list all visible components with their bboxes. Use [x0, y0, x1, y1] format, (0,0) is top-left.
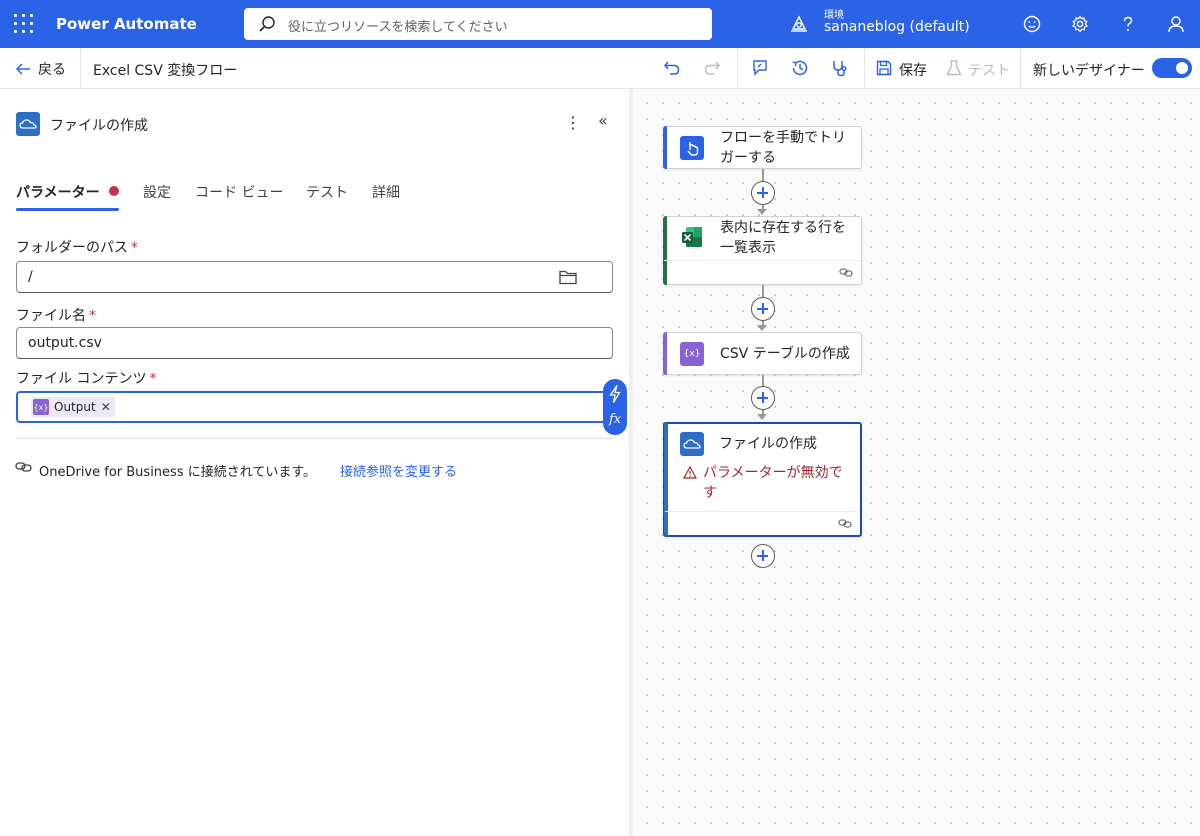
change-connection-link[interactable]: 接続参照を変更する [340, 461, 457, 480]
connector-arrow [757, 209, 767, 215]
add-step-button[interactable] [751, 386, 775, 410]
excel-icon [680, 225, 704, 249]
test-button[interactable]: テスト [968, 60, 1010, 80]
folder-picker-icon[interactable] [558, 268, 578, 286]
variable-icon: {x} [33, 399, 49, 415]
remove-token-icon[interactable]: ✕ [101, 400, 111, 414]
add-step-button[interactable] [751, 544, 775, 568]
connector-line [762, 169, 764, 181]
tab-code-view[interactable]: コード ビュー [195, 182, 283, 202]
file-name-field[interactable]: output.csv [16, 327, 613, 359]
divider [80, 48, 81, 88]
flow-node-create-file[interactable]: ファイルの作成 パラメーターが無効です [663, 422, 862, 537]
undo-icon[interactable] [662, 58, 682, 78]
feedback-smiley-icon[interactable] [1022, 14, 1042, 34]
flow-node-manual-trigger[interactable]: フローを手動でトリガーする [663, 126, 862, 169]
flow-checker-stethoscope-icon[interactable] [830, 58, 850, 78]
dynamic-content-lightning-icon[interactable] [607, 384, 623, 404]
app-launcher-icon[interactable] [14, 14, 34, 34]
onedrive-cloud-icon [16, 112, 40, 136]
token-label: Output [54, 400, 96, 414]
node-title: 表内に存在する行を一覧表示 [720, 220, 846, 256]
data-operation-icon: {x} [680, 342, 704, 366]
connection-link-icon [15, 462, 32, 472]
command-bar: 戻る Excel CSV 変換フロー 保存 テスト 新しいデザイナー [0, 48, 1200, 89]
tab-details[interactable]: 詳細 [372, 182, 400, 202]
new-designer-toggle[interactable] [1152, 58, 1192, 78]
onedrive-cloud-icon [680, 432, 704, 456]
divider [864, 48, 865, 88]
action-details-panel: ファイルの作成 ⋮ « パラメーター 設定 コード ビュー テスト 詳細 フォル… [0, 89, 630, 836]
add-step-button[interactable] [751, 181, 775, 205]
panel-title[interactable]: ファイルの作成 [50, 115, 148, 135]
node-title: ファイルの作成 [719, 436, 817, 452]
more-options-icon[interactable]: ⋮ [563, 113, 583, 132]
expression-fx-icon[interactable]: fx [609, 412, 621, 427]
file-name-label: ファイル名 * [16, 308, 96, 324]
connector-arrow [757, 414, 767, 420]
divider [737, 48, 738, 88]
add-step-button[interactable] [751, 297, 775, 321]
test-flask-icon[interactable] [944, 58, 964, 78]
tab-test[interactable]: テスト [306, 182, 348, 202]
file-content-label: ファイル コンテンツ * [16, 371, 157, 387]
active-tab-indicator [16, 208, 119, 211]
node-footer [664, 260, 861, 284]
back-label: 戻る [38, 62, 66, 78]
connection-link-icon[interactable] [838, 518, 852, 529]
connector-arrow [757, 325, 767, 331]
flow-node-excel-list-rows[interactable]: 表内に存在する行を一覧表示 [663, 216, 862, 285]
redo-icon[interactable] [702, 58, 722, 78]
account-icon[interactable] [1166, 14, 1186, 34]
search-placeholder: 役に立つリソースを検索してください [288, 20, 508, 35]
save-icon[interactable] [874, 58, 894, 78]
app-header: Power Automate 役に立つリソースを検索してください 環境 sana… [0, 0, 1200, 48]
touch-trigger-icon [680, 136, 704, 160]
warning-icon [683, 466, 697, 479]
new-designer-label: 新しいデザイナー [1033, 63, 1145, 79]
node-title: フローを手動でトリガーする [720, 130, 846, 166]
folder-path-label: フォルダーのパス * [16, 240, 138, 256]
environment-icon[interactable] [789, 14, 809, 34]
connection-status-text: OneDrive for Business に接続されています。 [39, 465, 317, 480]
node-title: CSV テーブルの作成 [720, 346, 850, 362]
node-accent-bar [663, 126, 667, 169]
flow-node-csv-table[interactable]: {x} CSV テーブルの作成 [663, 332, 862, 375]
error-indicator-dot [109, 186, 119, 196]
flow-name[interactable]: Excel CSV 変換フロー [93, 60, 237, 80]
save-button[interactable]: 保存 [899, 60, 927, 80]
divider [16, 438, 613, 439]
help-icon[interactable] [1118, 14, 1138, 34]
file-name-value: output.csv [28, 335, 102, 351]
connection-link-icon[interactable] [839, 267, 853, 278]
divider [1020, 48, 1021, 88]
version-history-icon[interactable] [790, 58, 810, 78]
search-icon [259, 16, 275, 32]
tab-settings[interactable]: 設定 [143, 182, 171, 202]
settings-gear-icon[interactable] [1070, 14, 1090, 34]
copilot-chat-icon[interactable] [750, 58, 770, 78]
folder-path-value: / [28, 269, 33, 285]
warning-text: パラメーターが無効です [703, 465, 843, 501]
node-footer [665, 511, 860, 535]
back-button[interactable]: 戻る [14, 59, 66, 79]
tab-parameters[interactable]: パラメーター [16, 182, 100, 202]
file-content-field[interactable]: {x} Output ✕ [16, 391, 613, 423]
connector-line [762, 285, 764, 297]
back-arrow-icon [15, 63, 30, 75]
insert-buttons: fx [603, 379, 627, 435]
collapse-panel-icon[interactable]: « [598, 111, 608, 130]
dynamic-content-token[interactable]: {x} Output ✕ [31, 397, 115, 417]
folder-path-field[interactable]: / [16, 261, 613, 293]
environment-name[interactable]: sananeblog (default) [824, 19, 970, 35]
app-title[interactable]: Power Automate [56, 15, 197, 33]
search-box[interactable]: 役に立つリソースを検索してください [244, 8, 712, 40]
node-accent-bar [663, 332, 667, 375]
